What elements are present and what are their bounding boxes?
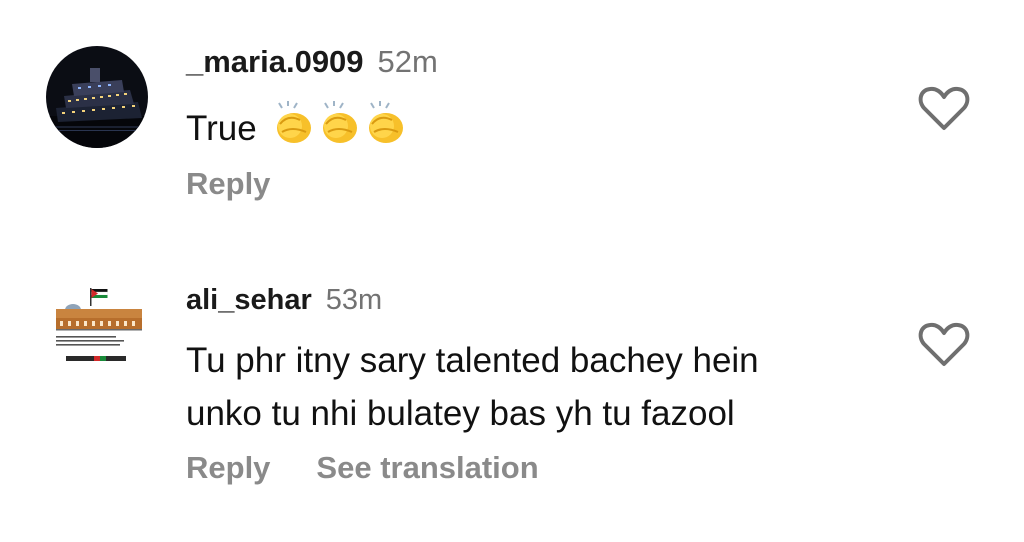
username-text[interactable]: ali_sehar: [186, 284, 312, 316]
comment-timestamp: 53m: [325, 284, 383, 316]
heart-icon[interactable]: [918, 84, 970, 132]
palestine-flag-icon: [91, 289, 108, 298]
comment-text-body: True: [186, 109, 257, 148]
palestine-poster-image: [46, 276, 148, 378]
comment-text-line: Tu phr itny sary talented bachey hein: [186, 341, 759, 380]
comment-timestamp: 52m: [377, 44, 438, 79]
reply-button[interactable]: Reply: [186, 166, 270, 201]
avatar[interactable]: [46, 46, 148, 148]
ship-night-photo: [46, 46, 148, 148]
comment-item: ali_sehar 53m Tu phr itny sary talented b…: [0, 230, 1024, 542]
username-text[interactable]: _maria.0909: [186, 44, 364, 79]
clapping-hands-icon: [277, 101, 312, 143]
comment-text: True: [186, 98, 410, 155]
heart-icon[interactable]: [918, 320, 970, 368]
comment-actions: Reply: [186, 166, 270, 202]
comment-item: _maria.0909 52m True Reply: [0, 0, 1024, 230]
clapping-hands-icon: [323, 101, 358, 143]
reply-button[interactable]: Reply: [186, 450, 270, 485]
comment-text: Tu phr itny sary talented bachey hein un…: [186, 334, 759, 440]
avatar[interactable]: [46, 276, 148, 378]
comment-username[interactable]: ali_sehar 53m: [186, 284, 382, 317]
comment-text-line: unko tu nhi bulatey bas yh tu fazool: [186, 394, 735, 433]
see-translation-button[interactable]: See translation: [316, 450, 538, 485]
free-palestine-banner: [66, 356, 126, 361]
clapping-hands-icon: [369, 101, 404, 143]
clapping-hands-emoji: [277, 101, 404, 143]
comment-username[interactable]: _maria.0909 52m: [186, 44, 438, 80]
comment-actions: Reply See translation: [186, 450, 539, 486]
